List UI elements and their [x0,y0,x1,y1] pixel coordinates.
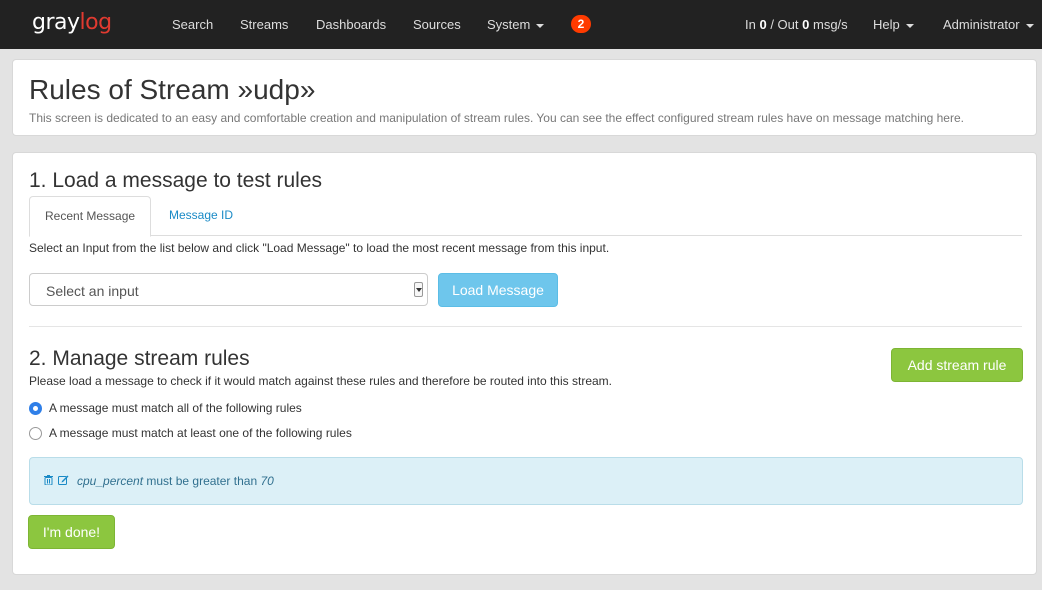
logo-main-text: gray [32,10,80,35]
input-select[interactable]: Select an input [29,273,428,306]
throughput-unit: msg/s [813,17,848,32]
rule-field: cpu_percent [77,474,144,488]
nav-user-menu[interactable]: Administrator [943,17,1034,32]
tab-message-id[interactable]: Message ID [154,196,248,236]
throughput-out-value: 0 [802,17,810,32]
graylog-logo[interactable]: graylog [32,10,112,35]
load-help-text: Select an Input from the list below and … [29,241,610,255]
rule-description: cpu_percent must be greater than 70 [77,474,274,488]
logo-accent-text: log [79,10,113,35]
page-title: Rules of Stream »udp» [29,74,316,105]
rule-condition: must be greater than [146,474,258,488]
nav-streams[interactable]: Streams [240,17,288,32]
load-message-title: 1. Load a message to test rules [29,169,323,192]
nav-help-label: Help [873,17,900,32]
edit-icon[interactable] [58,475,69,488]
page-header-panel: Rules of Stream »udp» This screen is ded… [12,59,1037,136]
stream-rules-panel: 1. Load a message to test rules Recent M… [12,152,1037,575]
rule-value: 70 [260,474,274,488]
caret-down-icon [536,23,545,28]
done-button[interactable]: I'm done! [28,515,115,549]
nav-search[interactable]: Search [172,17,213,32]
nav-system[interactable]: System [487,17,545,32]
radio-checked-icon[interactable] [29,401,42,415]
match-any-label: A message must match at least one of the… [49,426,352,440]
section-divider [29,326,1022,327]
throughput-separator: / Out [770,17,799,32]
nav-system-label: System [487,17,531,32]
manage-rules-help-text: Please load a message to check if it wou… [29,374,612,388]
throughput-in-value: 0 [759,17,767,32]
throughput-indicator: In 0 / Out 0 msg/s [745,17,848,32]
match-all-label: A message must match all of the followin… [49,401,302,415]
load-message-button[interactable]: Load Message [438,273,558,307]
page-description: This screen is dedicated to an easy and … [29,111,964,125]
nav-dashboards[interactable]: Dashboards [316,17,386,32]
trash-icon[interactable] [44,474,53,488]
stream-rule-item: cpu_percent must be greater than 70 [29,457,1023,505]
radio-unchecked-icon[interactable] [29,426,42,440]
nav-sources[interactable]: Sources [413,17,461,32]
add-stream-rule-button[interactable]: Add stream rule [891,348,1023,382]
manage-rules-title: 2. Manage stream rules [29,347,250,370]
caret-down-icon [905,23,914,28]
message-source-tabs: Recent Message Message ID [29,196,1022,237]
throughput-in-label: In [745,17,756,32]
match-any-option[interactable]: A message must match at least one of the… [29,426,352,440]
caret-down-icon [1025,23,1034,28]
select-arrow-icon [414,282,423,297]
nav-help[interactable]: Help [873,17,914,32]
notification-badge[interactable]: 2 [571,15,591,33]
match-all-option[interactable]: A message must match all of the followin… [29,401,302,415]
tab-recent-message[interactable]: Recent Message [29,196,152,237]
top-navbar: graylog Search Streams Dashboards Source… [0,0,1042,49]
input-select-value: Select an input [46,283,139,299]
nav-user-label: Administrator [943,17,1020,32]
